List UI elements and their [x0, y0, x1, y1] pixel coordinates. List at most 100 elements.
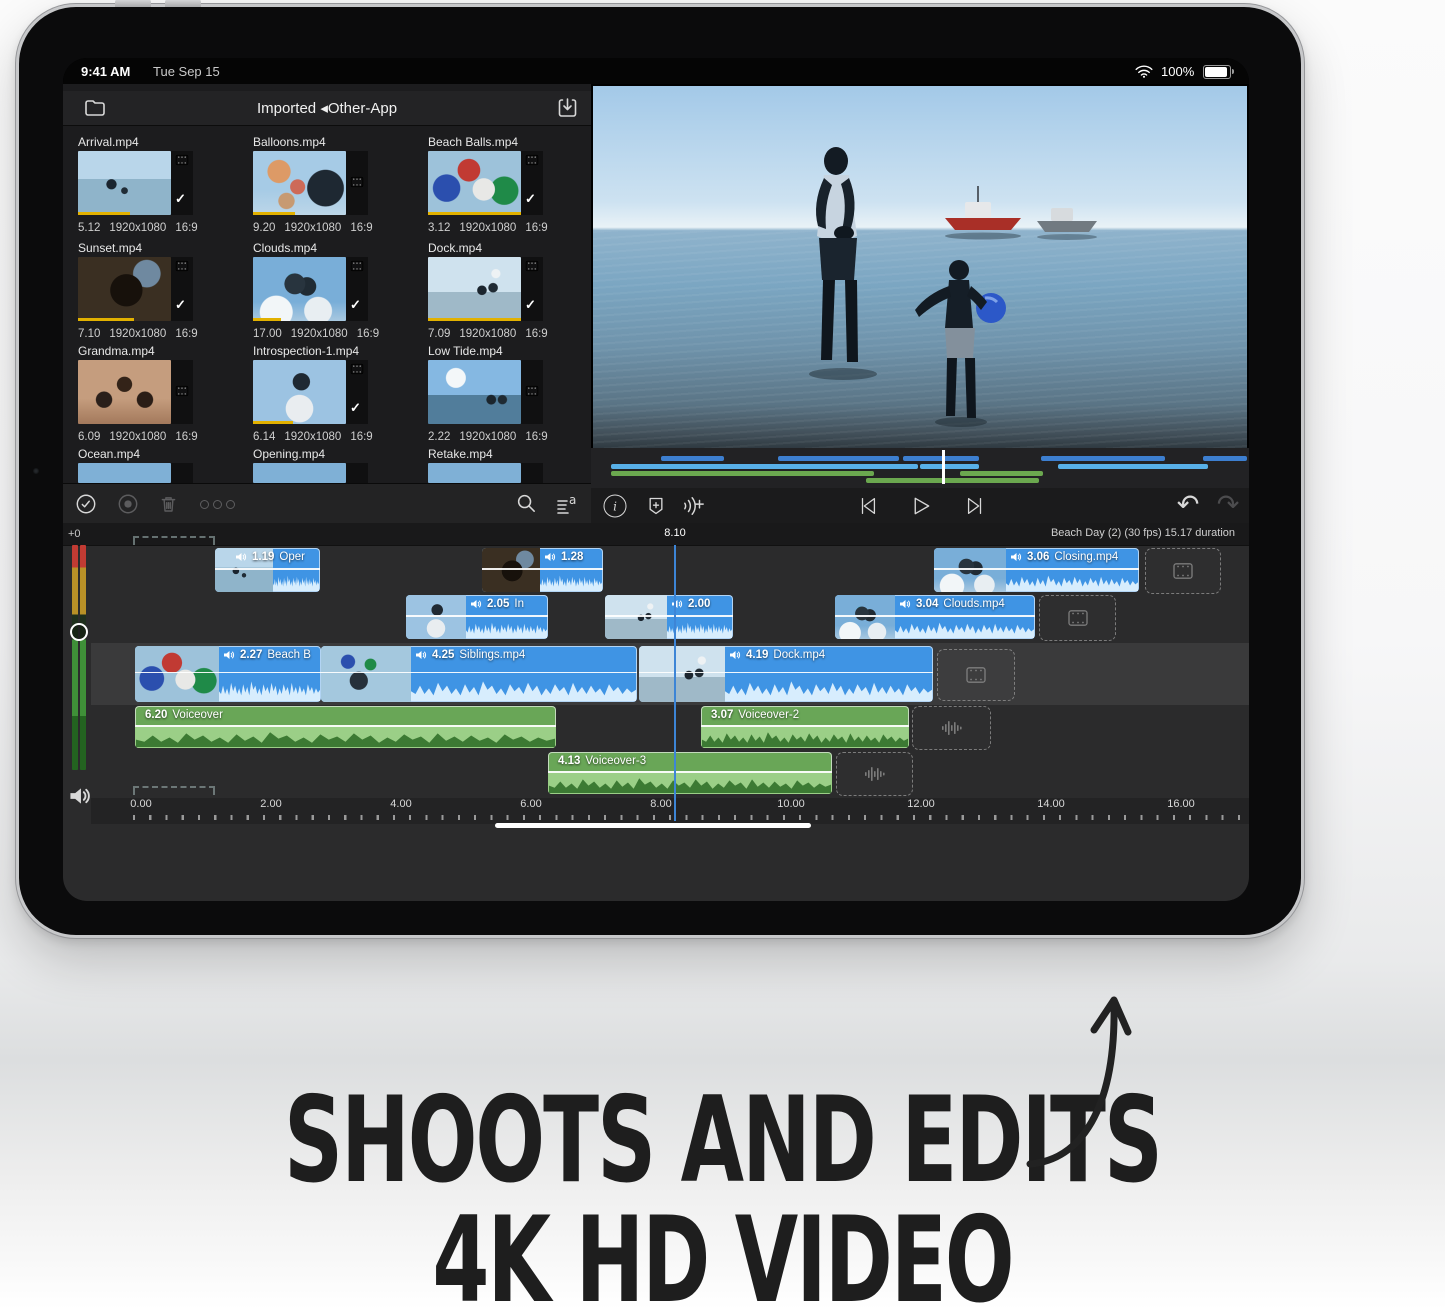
clip-thumbnail[interactable]	[428, 151, 521, 215]
clip-rail[interactable]	[346, 151, 368, 215]
clip-name: Opening.mp4	[253, 447, 326, 461]
clip-name: Retake.mp4	[428, 447, 493, 461]
clip-thumbnail[interactable]	[428, 257, 521, 321]
timeline-panel: 8.10 Beach Day (2) (30 fps) 15.17 durati…	[63, 523, 1249, 901]
collapsed-track-marker	[133, 536, 215, 545]
skip-forward-icon[interactable]	[964, 495, 986, 517]
selected-check-icon: ✓	[175, 191, 186, 206]
play-icon[interactable]	[910, 495, 933, 518]
boy-silhouette	[915, 260, 1006, 427]
clip-placeholder[interactable]	[1145, 548, 1221, 594]
media-type-icon	[350, 260, 364, 272]
library-title[interactable]: Imported ◂Other-App	[63, 99, 591, 117]
ruler-tick: 12.00	[907, 798, 935, 810]
timeline-clip-voiceover[interactable]: 6.20 Voiceover	[135, 706, 556, 748]
add-audio-icon[interactable]	[682, 495, 706, 517]
clip-rail[interactable]	[171, 360, 193, 424]
product-image: 9:41 AM Tue Sep 15 100% Imported ◂Other-…	[0, 0, 1445, 1313]
clip-info: 6.09 1920x1080 16:9	[78, 431, 198, 443]
app-screen: 9:41 AM Tue Sep 15 100% Imported ◂Other-…	[63, 58, 1249, 901]
volume-knob[interactable]	[70, 623, 88, 641]
audio-placeholder[interactable]	[912, 706, 991, 750]
timeline-clip-dock[interactable]: 4.19 Dock.mp4	[639, 646, 933, 702]
clip-name: Ocean.mp4	[78, 447, 141, 461]
redo-icon[interactable]: ↷	[1217, 490, 1240, 521]
undo-icon[interactable]: ↶	[1177, 490, 1200, 521]
project-info: Beach Day (2) (30 fps) 15.17 duration	[1050, 527, 1235, 539]
clip-placeholder[interactable]	[937, 649, 1015, 701]
timeline-clip-beach[interactable]: 2.00	[605, 595, 733, 639]
media-type-icon	[175, 385, 189, 397]
clip-thumbnail[interactable]	[253, 360, 346, 424]
timeline-clip-introspection[interactable]: 2.05 In	[406, 595, 548, 639]
timeline-playhead[interactable]	[674, 545, 676, 821]
clip-info: 5.12 1920x1080 16:9	[78, 222, 198, 234]
home-indicator[interactable]	[495, 823, 811, 828]
clip-thumbnail[interactable]	[253, 151, 346, 215]
ruler-tick: 8.00	[650, 798, 672, 810]
media-type-icon	[175, 260, 189, 272]
clip-thumbnail[interactable]	[253, 257, 346, 321]
timeline-clip-clouds[interactable]: 3.04 Clouds.mp4	[835, 595, 1035, 639]
clip-thumbnail[interactable]	[78, 151, 171, 215]
volume-down-button[interactable]	[165, 0, 201, 7]
info-icon[interactable]: i	[603, 494, 627, 518]
timeline-clip-beachballs[interactable]: 2.27 Beach B	[135, 646, 321, 702]
search-icon[interactable]	[515, 492, 538, 515]
sort-by-name-icon[interactable]: a	[555, 492, 579, 516]
ruler-tick: 4.00	[390, 798, 412, 810]
timeline-clip-siblings[interactable]: 4.25 Siblings.mp4	[321, 646, 637, 702]
clip-name: Sunset.mp4	[78, 241, 143, 255]
audio-placeholder-icon	[863, 766, 887, 782]
timeline-ruler[interactable]: 0.00 2.00 4.00 6.00 8.00 10.00 12.00 14.…	[91, 798, 1249, 824]
timeline-clip-voiceover2[interactable]: 3.07 Voiceover-2	[701, 706, 909, 748]
clip-placeholder[interactable]	[1039, 595, 1116, 641]
import-icon[interactable]	[555, 96, 580, 120]
ruler-tick: 14.00	[1037, 798, 1065, 810]
film-placeholder-icon	[1067, 609, 1089, 627]
clock-date: Tue Sep 15	[153, 64, 220, 79]
clip-rail[interactable]: ✓	[346, 257, 368, 321]
clip-name: Dock.mp4	[428, 241, 483, 255]
arrow-annotation	[1026, 996, 1132, 1168]
clip-info: 6.14 1920x1080 16:9	[253, 431, 373, 443]
beach-scene	[809, 147, 1097, 427]
trash-icon[interactable]	[158, 493, 179, 515]
overview-playhead[interactable]	[942, 450, 945, 484]
playhead-time: 8.10	[664, 527, 686, 539]
audio-placeholder[interactable]	[836, 752, 913, 796]
skip-back-icon[interactable]	[857, 495, 879, 517]
film-placeholder-icon	[965, 666, 987, 684]
timeline-clip-opening[interactable]: 1.19 Oper	[215, 548, 320, 592]
clip-rail[interactable]: ✓	[521, 257, 543, 321]
clip-rail[interactable]	[521, 360, 543, 424]
selected-check-icon: ✓	[175, 297, 186, 312]
add-marker-icon[interactable]	[646, 495, 666, 517]
record-icon[interactable]	[117, 493, 139, 515]
clip-rail[interactable]: ✓	[346, 360, 368, 424]
clip-rail[interactable]: ✓	[171, 257, 193, 321]
ruler-tickmarks	[133, 815, 1241, 820]
clip-thumbnail[interactable]	[78, 360, 171, 424]
clip-thumbnail[interactable]	[78, 257, 171, 321]
clip-rail[interactable]: ✓	[521, 151, 543, 215]
clip-thumbnail[interactable]	[253, 463, 346, 483]
clip-rail[interactable]: ✓	[171, 151, 193, 215]
clip-thumbnail[interactable]	[428, 463, 521, 483]
ruler-tick: 2.00	[260, 798, 282, 810]
select-mode-icon[interactable]	[75, 493, 97, 515]
clip-thumbnail[interactable]	[428, 360, 521, 424]
timeline-overview[interactable]	[591, 448, 1249, 488]
timeline-clip-closing[interactable]: 3.06 Closing.mp4	[934, 548, 1139, 592]
timeline-clip-voiceover3[interactable]: 4.13 Voiceover-3	[548, 752, 832, 794]
clip-thumbnail[interactable]	[78, 463, 171, 483]
clip-info: 7.09 1920x1080 16:9	[428, 328, 548, 340]
speaker-icon[interactable]	[69, 785, 92, 808]
media-type-icon	[525, 154, 539, 166]
volume-up-button[interactable]	[115, 0, 151, 7]
more-options-icon[interactable]	[200, 500, 235, 509]
timeline-clip-sunset[interactable]: 1.28	[482, 548, 603, 592]
clip-name: Balloons.mp4	[253, 135, 326, 149]
clock-time: 9:41 AM	[81, 64, 131, 79]
caption-line-2: 4K HD VIDEO	[432, 1192, 1014, 1313]
